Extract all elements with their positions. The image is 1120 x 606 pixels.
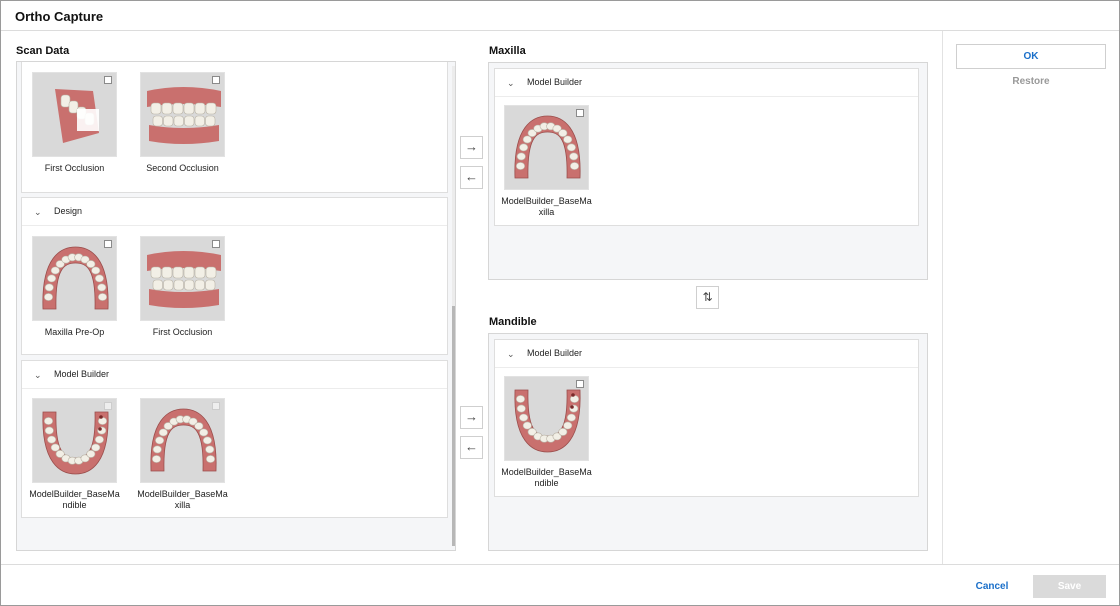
maxilla-model-icon [42, 246, 109, 310]
thumb-checkbox[interactable] [104, 76, 112, 84]
cancel-button[interactable]: Cancel [961, 576, 1023, 598]
move-to-mandible-button[interactable]: → [460, 406, 483, 429]
arrow-right-icon: → [465, 409, 478, 424]
group-header[interactable]: ⌄ Model Builder [22, 361, 447, 389]
thumb-caption: First Occlusion [152, 327, 213, 337]
thumb-caption: First Occlusion [44, 163, 105, 173]
chevron-down-icon[interactable]: ⌄ [507, 78, 515, 89]
thumb-checkbox[interactable] [576, 109, 584, 117]
thumb-image [32, 236, 117, 321]
thumb-image [32, 398, 117, 483]
group-title: Design [54, 206, 83, 216]
thumb-caption: ModelBuilder_BaseMandible [29, 489, 120, 510]
thumb-caption: ModelBuilder_BaseMaxilla [137, 489, 228, 510]
scan-group-model-builder: ⌄ Model Builder ModelBuilder_BaseMandibl… [21, 360, 448, 518]
mandible-label: Mandible [489, 316, 537, 328]
maxilla-panel: ⌄ Model Builder ModelBuilder_BaseMaxilla [488, 62, 928, 280]
group-header[interactable]: ⌄ Design [22, 198, 447, 226]
thumb-caption: Second Occlusion [146, 163, 219, 173]
chevron-down-icon[interactable]: ⌄ [34, 370, 42, 381]
chevron-down-icon[interactable]: ⌄ [34, 207, 42, 218]
thumb-image [32, 72, 117, 157]
ok-button[interactable]: OK [956, 44, 1106, 69]
scan-scrollbar-thumb[interactable] [452, 306, 455, 546]
maxilla-label: Maxilla [489, 45, 526, 57]
thumb-checkbox[interactable] [104, 240, 112, 248]
thumb-caption: Maxilla Pre-Op [44, 327, 105, 337]
scan-data-panel: First Occlusion Second Occlusion ⌄ Desig… [16, 61, 456, 551]
arrow-right-icon: → [465, 139, 478, 154]
mandible-model-icon [42, 411, 109, 475]
group-title: Model Builder [54, 369, 110, 379]
thumb-caption: ModelBuilder_BaseMandible [501, 467, 592, 488]
chevron-down-icon[interactable]: ⌄ [507, 349, 515, 360]
group-header[interactable]: ⌄ Model Builder [495, 340, 918, 368]
swap-icon: ⇅ [702, 290, 713, 304]
move-to-maxilla-button[interactable]: → [460, 136, 483, 159]
thumb-checkbox[interactable] [212, 240, 220, 248]
thumb-checkbox[interactable] [576, 380, 584, 388]
remove-from-maxilla-button[interactable]: ← [460, 166, 483, 189]
arrow-left-icon: ← [465, 169, 478, 184]
thumb-checkbox [212, 402, 220, 410]
window-title: Ortho Capture [15, 9, 104, 24]
occlusion-model-icon [147, 87, 221, 144]
thumb-image [504, 105, 589, 190]
remove-from-mandible-button[interactable]: ← [460, 436, 483, 459]
maxilla-model-icon [514, 115, 581, 179]
maxilla-group-model-builder: ⌄ Model Builder ModelBuilder_BaseMaxilla [494, 68, 919, 226]
occlusion-model-icon [55, 89, 99, 143]
restore-button[interactable]: Restore [956, 74, 1106, 90]
title-bar: Ortho Capture [1, 1, 1119, 31]
swap-jaws-button[interactable]: ⇅ [696, 286, 719, 309]
mandible-panel: ⌄ Model Builder ModelBuilder_BaseMandibl… [488, 333, 928, 551]
thumb-image [140, 236, 225, 321]
group-title: Model Builder [527, 348, 583, 358]
thumb-checkbox [104, 402, 112, 410]
arrow-left-icon: ← [465, 439, 478, 454]
right-divider [942, 31, 943, 564]
scan-group-top: First Occlusion Second Occlusion [21, 62, 448, 193]
mandible-group-model-builder: ⌄ Model Builder ModelBuilder_BaseMandibl… [494, 339, 919, 497]
maxilla-model-icon [150, 408, 217, 472]
ortho-capture-window: Ortho Capture Scan Data First Occlusion … [0, 0, 1120, 606]
thumb-image [504, 376, 589, 461]
save-button[interactable]: Save [1033, 575, 1106, 598]
scan-group-design: ⌄ Design Maxilla Pre-Op First Occlusion [21, 197, 448, 355]
occlusion-model-icon [147, 251, 221, 308]
group-title: Model Builder [527, 77, 583, 87]
footer-divider [1, 564, 1119, 565]
thumb-image [140, 72, 225, 157]
thumb-caption: ModelBuilder_BaseMaxilla [501, 196, 592, 217]
thumb-checkbox[interactable] [212, 76, 220, 84]
mandible-model-icon [514, 389, 581, 453]
scan-data-label: Scan Data [16, 45, 70, 57]
thumb-image [140, 398, 225, 483]
group-header[interactable]: ⌄ Model Builder [495, 69, 918, 97]
